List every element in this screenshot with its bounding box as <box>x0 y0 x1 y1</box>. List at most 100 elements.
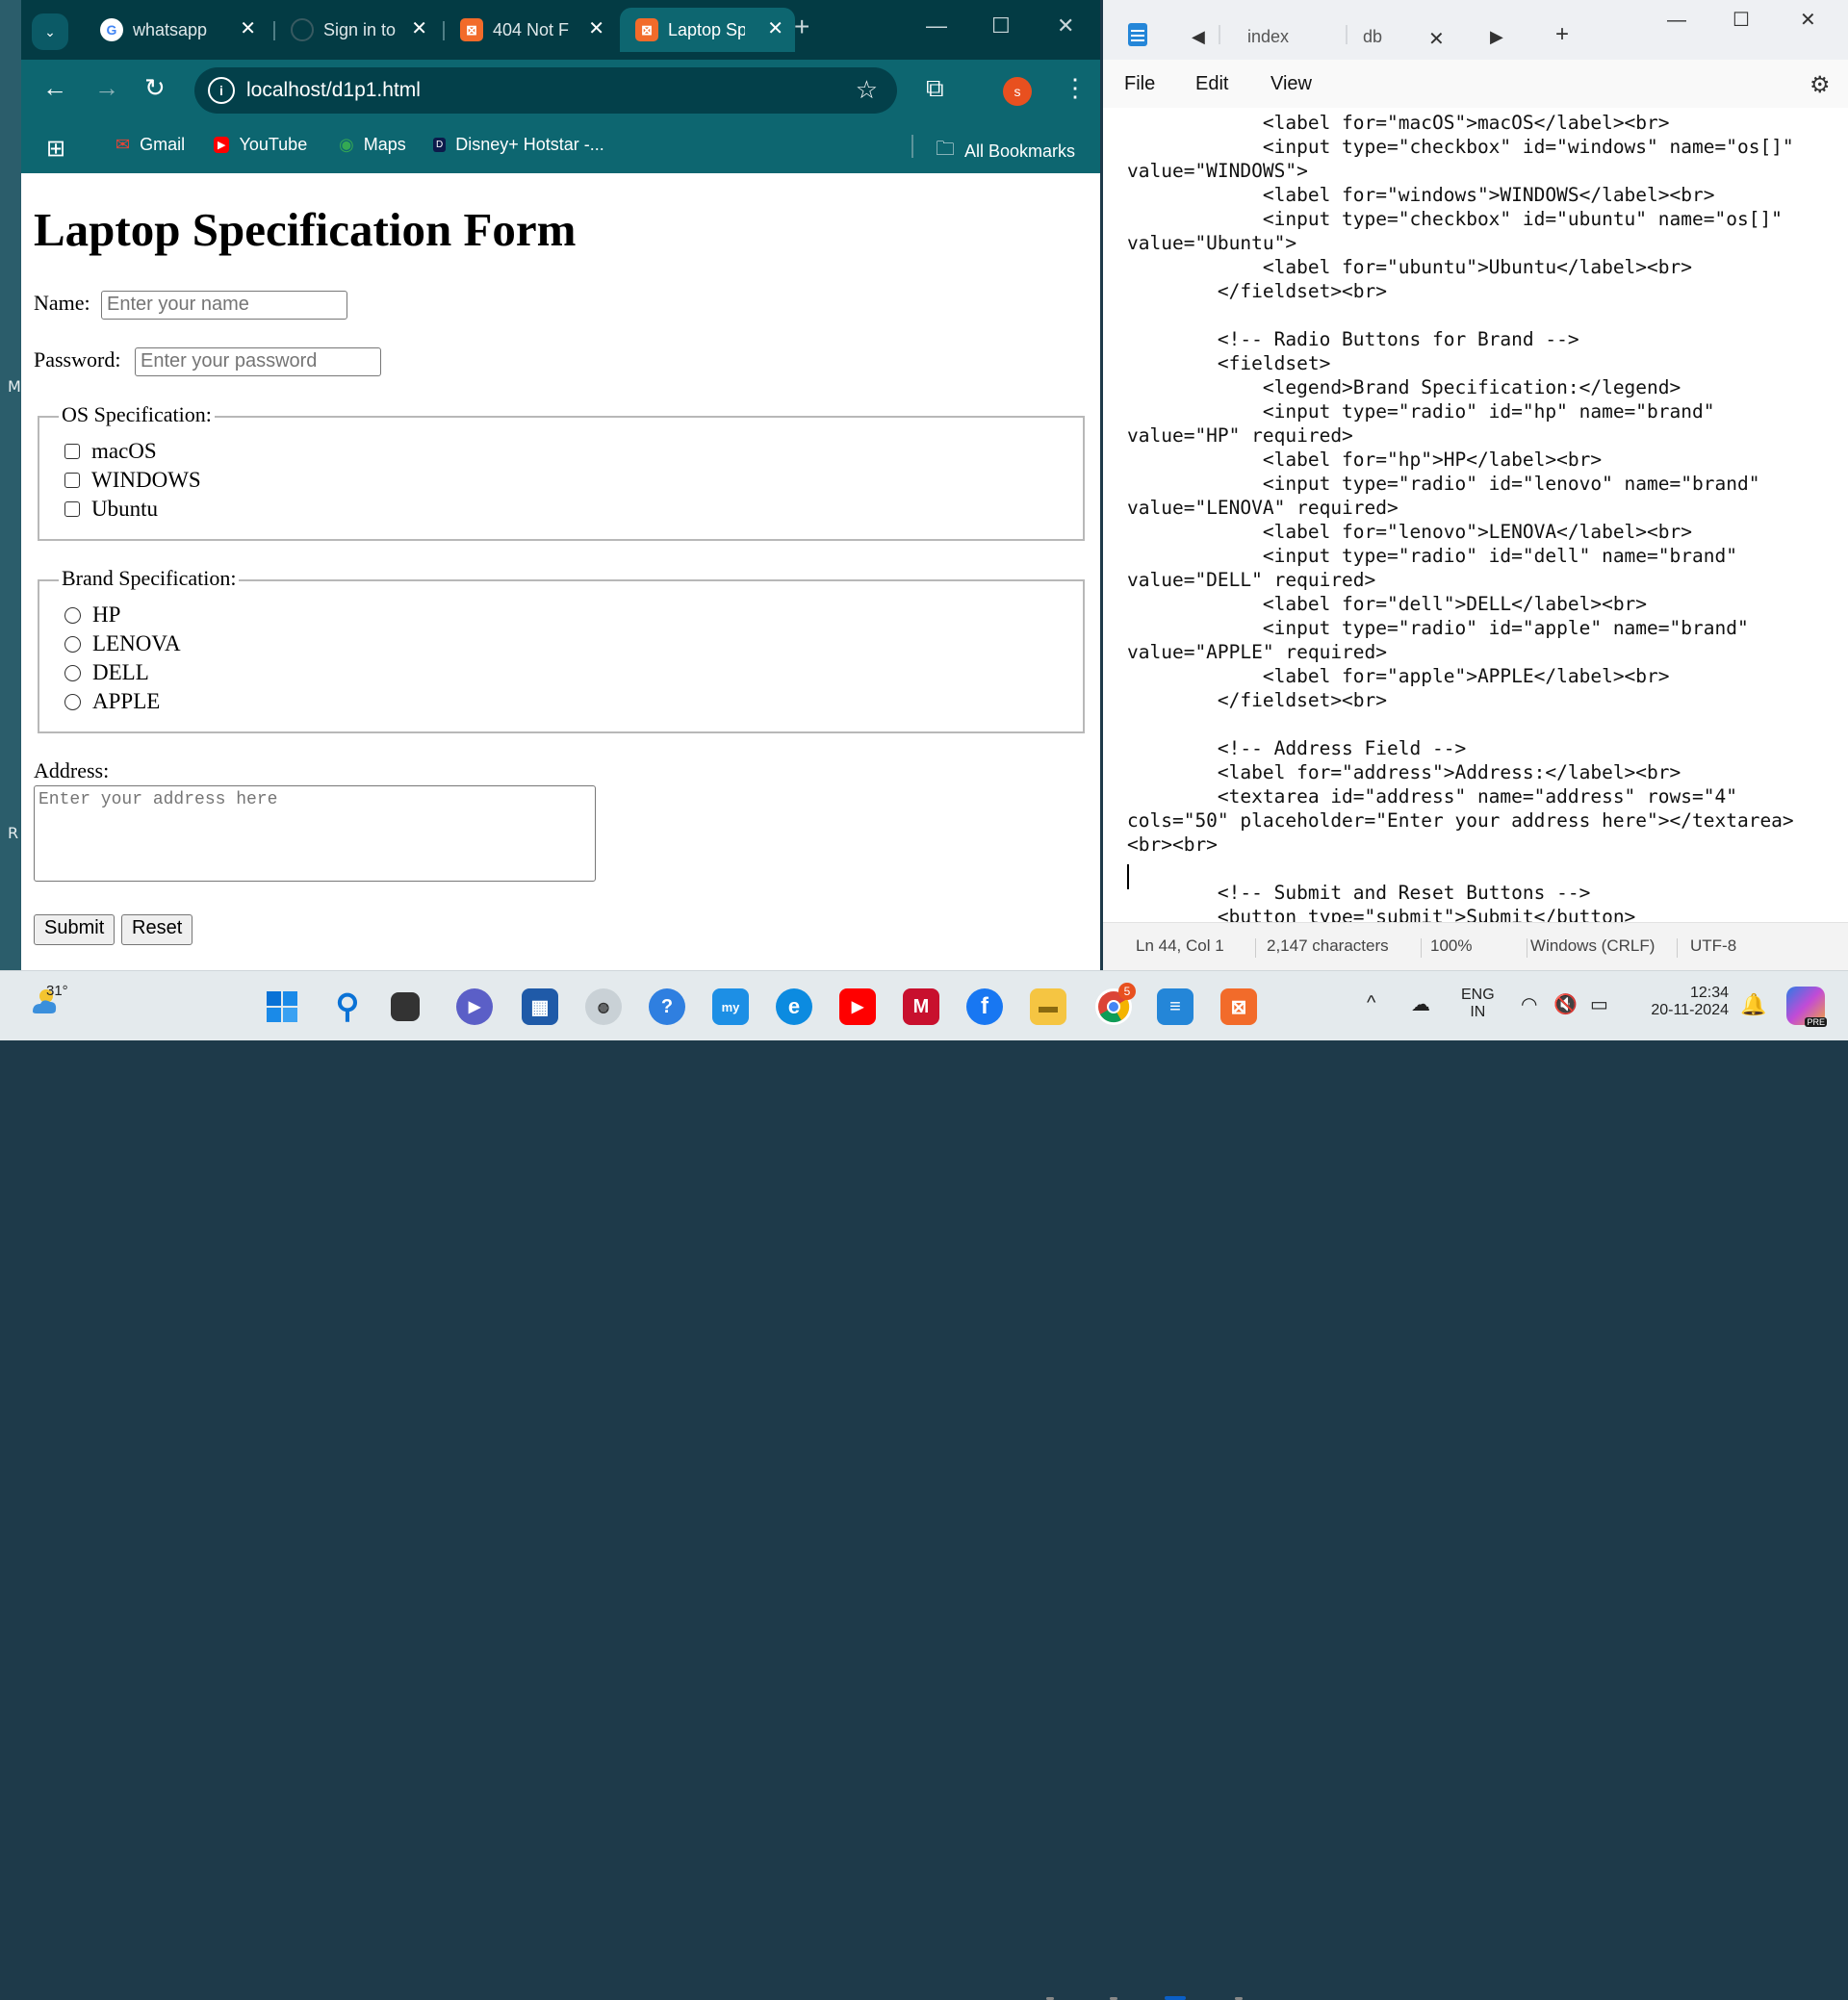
address-textarea[interactable]: Enter your address here <box>34 785 596 882</box>
extensions-button[interactable]: ⧉ <box>926 73 944 104</box>
tray-volume[interactable]: 🔇 <box>1553 992 1578 1016</box>
tab-title: Sign in to <box>323 19 397 39</box>
notepad-menu-bar: File Edit View ⚙ <box>1103 60 1848 108</box>
taskbar-store[interactable]: ▦ <box>522 988 558 1025</box>
back-button[interactable]: ← <box>42 73 67 103</box>
bookmark-star-icon[interactable]: ☆ <box>856 75 878 105</box>
tray-clock[interactable]: 12:34 20-11-2024 <box>1636 985 1729 1019</box>
bookmark-gmail[interactable]: ✉ Gmail <box>116 135 185 155</box>
tab-404[interactable]: ⊠ 404 Not F ✕ <box>445 8 616 52</box>
all-bookmarks-label: All Bookmarks <box>964 141 1076 161</box>
code-line: <legend>Brand Specification:</legend> <box>1127 376 1681 398</box>
taskbar-search[interactable]: ⚲ <box>329 988 366 1025</box>
tab-strip: ⌄ G whatsapp ✕ Sign in to ✕ ⊠ 404 Not F … <box>21 0 1100 60</box>
minimize-button[interactable]: — <box>1667 10 1686 32</box>
url-text[interactable]: localhost/d1p1.html <box>246 79 421 102</box>
tray-notifications[interactable]: 🔔 <box>1740 992 1766 1017</box>
checkbox[interactable] <box>64 501 80 517</box>
taskbar-mcafee[interactable]: M <box>903 988 939 1025</box>
code-line: <label for="address">Address:</label><br… <box>1127 761 1681 783</box>
scroll-tabs-left-button[interactable]: ◀ <box>1192 27 1205 47</box>
close-icon[interactable]: ✕ <box>767 16 783 40</box>
taskbar-notepad[interactable]: ≡ <box>1157 988 1194 1025</box>
forward-button[interactable]: → <box>94 73 119 103</box>
status-line-endings[interactable]: Windows (CRLF) <box>1530 936 1655 956</box>
os-option-ubuntu[interactable]: Ubuntu <box>64 497 158 522</box>
menu-view[interactable]: View <box>1270 73 1312 95</box>
profile-avatar[interactable]: s <box>1003 77 1032 106</box>
taskbar-xampp[interactable]: ⊠ <box>1220 988 1257 1025</box>
tray-battery[interactable]: ▭ <box>1590 992 1608 1016</box>
new-tab-button[interactable]: + <box>794 12 809 42</box>
site-info-icon[interactable]: i <box>208 77 235 104</box>
notepad-tab-index[interactable]: index <box>1247 27 1289 47</box>
close-icon[interactable]: ✕ <box>588 16 604 40</box>
status-encoding[interactable]: UTF-8 <box>1690 936 1736 956</box>
notepad-editor[interactable]: <label for="macOS">macOS</label><br> <in… <box>1103 108 1848 928</box>
menu-button[interactable]: ⋮ <box>1063 73 1088 103</box>
menu-file[interactable]: File <box>1124 73 1155 95</box>
reset-button[interactable]: Reset <box>121 914 193 945</box>
reload-button[interactable]: ↻ <box>144 73 166 103</box>
settings-button[interactable]: ⚙ <box>1810 71 1831 99</box>
close-window-button[interactable]: ✕ <box>1057 13 1074 38</box>
radio-button[interactable] <box>64 635 81 653</box>
name-input[interactable]: Enter your name <box>101 291 347 320</box>
taskbar-task-view[interactable] <box>391 992 420 1021</box>
taskbar-start[interactable] <box>264 988 300 1025</box>
os-option-windows[interactable]: WINDOWS <box>64 468 201 493</box>
radio-button[interactable] <box>64 664 81 681</box>
radio-button[interactable] <box>64 606 81 624</box>
scroll-tabs-right-button[interactable]: ▶ <box>1490 27 1503 47</box>
minimize-button[interactable]: — <box>926 13 947 38</box>
taskbar-teams[interactable]: ▶ <box>456 988 493 1025</box>
menu-edit[interactable]: Edit <box>1195 73 1228 95</box>
apps-button[interactable]: ⊞ <box>46 135 75 163</box>
close-window-button[interactable]: ✕ <box>1800 8 1816 32</box>
status-zoom[interactable]: 100% <box>1430 936 1472 956</box>
brand-option-lenova[interactable]: LENOVA <box>64 631 181 656</box>
taskbar-help[interactable]: ? <box>649 988 685 1025</box>
taskbar-app-globe[interactable]: ◍ <box>585 988 622 1025</box>
tab-title: 404 Not F <box>493 19 570 39</box>
tab-laptop-spec[interactable]: ⊠ Laptop Sp ✕ <box>620 8 795 52</box>
bookmark-maps[interactable]: ◉ Maps <box>339 135 406 155</box>
bookmark-hotstar[interactable]: D Disney+ Hotstar -... <box>433 135 604 155</box>
close-tab-button[interactable]: ✕ <box>1428 27 1445 51</box>
submit-button[interactable]: Submit <box>34 914 116 945</box>
checkbox[interactable] <box>64 444 80 459</box>
tab-search-button[interactable]: ⌄ <box>32 13 68 50</box>
address-bar[interactable]: i localhost/d1p1.html ☆ <box>194 67 897 114</box>
radio-button[interactable] <box>64 693 81 710</box>
brand-option-apple[interactable]: APPLE <box>64 689 160 714</box>
taskbar-youtube[interactable]: ▶ <box>839 988 876 1025</box>
os-option-macos[interactable]: macOS <box>64 439 157 464</box>
tray-copilot[interactable]: PRE <box>1786 987 1827 1027</box>
tab-sign-in[interactable]: Sign in to ✕ <box>275 8 439 52</box>
wifi-icon: ◠ <box>1521 994 1538 1015</box>
taskbar-edge[interactable]: e <box>776 988 812 1025</box>
close-icon[interactable]: ✕ <box>240 16 256 40</box>
all-bookmarks-button[interactable]: 🗀 All Bookmarks <box>936 135 1075 167</box>
taskbar-file-explorer[interactable]: ▬ <box>1030 988 1066 1025</box>
tray-onedrive[interactable]: ☁ <box>1411 992 1430 1016</box>
taskbar-facebook[interactable]: f <box>966 988 1003 1025</box>
close-icon[interactable]: ✕ <box>411 16 427 40</box>
bookmark-youtube[interactable]: ▶ YouTube <box>214 135 307 155</box>
maximize-button[interactable]: ☐ <box>991 13 1011 38</box>
taskbar-myhp[interactable]: my <box>712 988 749 1025</box>
notepad-tab-db[interactable]: db <box>1363 27 1382 47</box>
tray-language[interactable]: ENG IN <box>1461 987 1495 1021</box>
tray-wifi[interactable]: ◠ <box>1521 992 1537 1016</box>
browser-toolbar: ← → ↻ i localhost/d1p1.html ☆ ⧉ s ⋮ <box>21 60 1100 121</box>
tray-overflow-button[interactable]: ^ <box>1367 992 1375 1014</box>
tab-whatsapp[interactable]: G whatsapp ✕ <box>85 8 268 52</box>
brand-option-dell[interactable]: DELL <box>64 660 149 685</box>
new-tab-button[interactable]: + <box>1555 21 1569 48</box>
code-line: <!-- Submit and Reset Buttons --> <box>1127 882 1591 904</box>
password-input[interactable]: Enter your password <box>135 347 381 376</box>
brand-option-hp[interactable]: HP <box>64 603 120 628</box>
code-line: <label for="macOS">macOS</label><br> <box>1127 112 1670 134</box>
checkbox[interactable] <box>64 473 80 488</box>
maximize-button[interactable]: ☐ <box>1732 8 1750 32</box>
